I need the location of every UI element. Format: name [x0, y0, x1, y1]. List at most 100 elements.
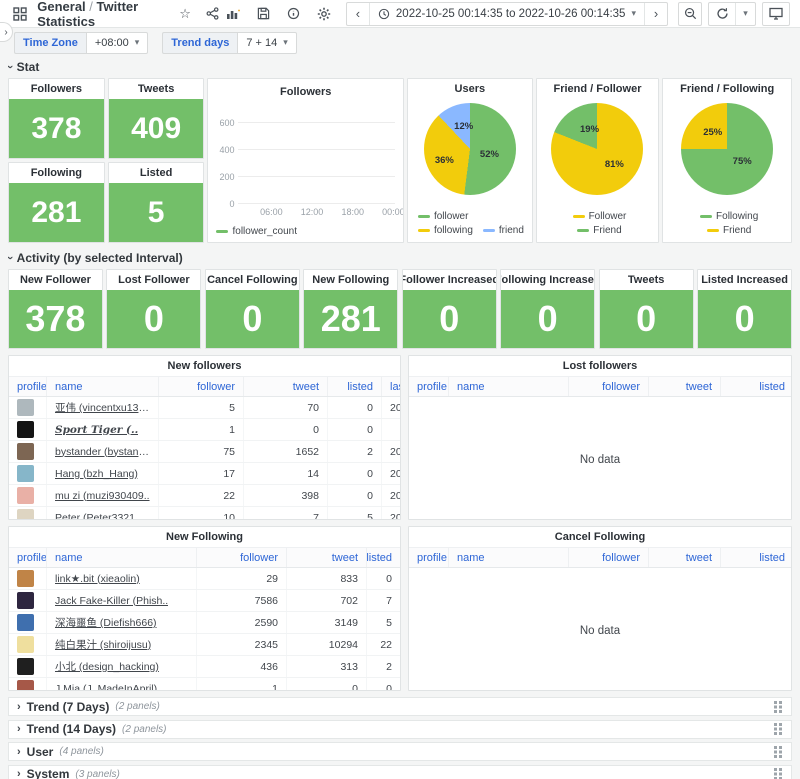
clock-icon [378, 8, 390, 20]
panel-title[interactable]: Listed Increased [698, 270, 791, 290]
time-back-button[interactable]: ‹ [347, 3, 369, 25]
user-link[interactable]: link★.bit (xieaolin) [55, 573, 140, 585]
row-header-activity[interactable]: › Activity (by selected Interval) [8, 250, 792, 266]
panel-pie-users: Users 52% 36% 12% follower following [407, 78, 533, 243]
timezone-select[interactable]: +08:00 ▾ [86, 32, 148, 54]
drag-handle-icon[interactable] [774, 768, 783, 779]
col-tweet[interactable]: tweet [244, 377, 328, 396]
insights-icon[interactable] [282, 3, 306, 25]
legend-item-follower[interactable]: follower [418, 211, 468, 222]
legend-item-friend[interactable]: friend [483, 225, 524, 236]
col-follower[interactable]: follower [197, 548, 287, 567]
pie-slice-label: 81% [605, 159, 624, 170]
row-header-stat[interactable]: › Stat [8, 59, 792, 75]
panel-title[interactable]: New Following [9, 527, 400, 547]
col-follower[interactable]: follower [159, 377, 244, 396]
panel-title[interactable]: Tweets [600, 270, 693, 290]
avatar [17, 465, 34, 482]
panel-title[interactable]: Followers [9, 79, 104, 99]
panel-title[interactable]: Friend / Following [663, 79, 791, 99]
legend-label: Following [716, 211, 758, 222]
col-name[interactable]: name [47, 548, 197, 567]
kiosk-monitor-icon[interactable] [762, 2, 790, 26]
cell-listed: 22 [367, 634, 400, 655]
row-system[interactable]: › System (3 panels) [8, 765, 792, 779]
user-link[interactable]: 亚伟 (vincentxu1318) [55, 400, 150, 415]
col-name[interactable]: name [449, 377, 569, 396]
user-link[interactable]: 深海噩鱼 (Diefish666) [55, 615, 157, 630]
zoom-out-icon[interactable] [678, 2, 702, 26]
legend-item-following[interactable]: following [418, 225, 473, 236]
user-link[interactable]: mu zi (muzi930409.. [55, 490, 150, 502]
user-link[interactable]: Jack Fake-Killer (Phish.. [55, 595, 168, 607]
col-tweet[interactable]: tweet [649, 548, 721, 567]
col-follower[interactable]: follower [569, 377, 649, 396]
col-name[interactable]: name [47, 377, 159, 396]
row-trend-14-days[interactable]: › Trend (14 Days) (2 panels) [8, 720, 792, 739]
legend-follower-count[interactable]: follower_count [216, 226, 296, 237]
legend-item-follower[interactable]: Follower [573, 211, 627, 222]
trend-days-select[interactable]: 7 + 14 ▾ [237, 32, 296, 54]
panel-title[interactable]: Cancel Following [206, 270, 299, 290]
col-profile[interactable]: profile [409, 548, 449, 567]
user-link[interactable]: Sport Tiger (.. [55, 424, 138, 436]
col-profile[interactable]: profile [409, 377, 449, 396]
drag-handle-icon[interactable] [774, 746, 783, 758]
legend-item-friend[interactable]: Friend [577, 225, 621, 236]
add-panel-icon[interactable] [222, 3, 246, 25]
legend-item-friend[interactable]: Friend [707, 225, 751, 236]
panel-title[interactable]: Users [408, 79, 532, 99]
col-follower[interactable]: follower [569, 548, 649, 567]
refresh-icon[interactable] [709, 3, 735, 25]
panel-title[interactable]: Friend / Follower [537, 79, 659, 99]
drag-handle-icon[interactable] [774, 701, 783, 713]
user-link[interactable]: Peter (Peter332167.. [55, 512, 150, 521]
stat-bg: 378 [9, 290, 102, 348]
col-listed[interactable]: listed [328, 377, 382, 396]
col-last[interactable]: last [382, 377, 400, 396]
save-dashboard-icon[interactable] [252, 3, 276, 25]
col-profile[interactable]: profile [9, 548, 47, 567]
panel-title[interactable]: New Follower [9, 270, 102, 290]
panel-title[interactable]: Following [9, 163, 104, 183]
col-tweet[interactable]: tweet [287, 548, 367, 567]
panel-title[interactable]: New Following [304, 270, 397, 290]
legend-swatch [483, 229, 495, 232]
user-link[interactable]: J.Mia (J_MadeInApril) [55, 683, 157, 692]
row-trend-7-days[interactable]: › Trend (7 Days) (2 panels) [8, 697, 792, 716]
col-tweet[interactable]: tweet [649, 377, 721, 396]
share-icon[interactable] [203, 3, 222, 25]
panel-title[interactable]: Follower Increased [403, 270, 496, 290]
panel-title[interactable]: Tweets [109, 79, 204, 99]
star-icon[interactable]: ☆ [175, 3, 194, 25]
legend-item-following[interactable]: Following [700, 211, 758, 222]
row-panel-count: (2 panels) [115, 701, 159, 712]
panel-title[interactable]: Lost followers [409, 356, 791, 376]
user-link[interactable]: bystander (bystand.. [55, 446, 150, 458]
panel-title[interactable]: Cancel Following [409, 527, 791, 547]
panel-title[interactable]: Lost Follower [107, 270, 200, 290]
time-range-picker[interactable]: 2022-10-25 00:14:35 to 2022-10-26 00:14:… [369, 3, 645, 25]
panel-title[interactable]: Following Increased [501, 270, 594, 290]
panel-title[interactable]: Listed [109, 163, 204, 183]
col-listed[interactable]: listed [721, 548, 792, 567]
time-forward-button[interactable]: › [645, 3, 667, 25]
breadcrumb[interactable]: General / Twitter Statistics [37, 0, 167, 29]
trend-days-value: 7 + 14 [246, 37, 277, 49]
col-profile[interactable]: profile [9, 377, 47, 396]
apps-grid-icon[interactable] [10, 3, 29, 25]
drag-handle-icon[interactable] [774, 723, 783, 735]
refresh-group: ▾ [708, 2, 756, 26]
dashboard-settings-icon[interactable] [312, 3, 336, 25]
panel-title[interactable]: New followers [9, 356, 400, 376]
col-listed[interactable]: listed [721, 377, 792, 396]
user-link[interactable]: Hang (bzh_Hang) [55, 468, 138, 480]
refresh-interval-caret-icon[interactable]: ▾ [735, 3, 755, 25]
col-name[interactable]: name [449, 548, 569, 567]
panel-title[interactable]: Followers [208, 79, 402, 105]
user-link[interactable]: 纯白果汁 (shiroijusu) [55, 637, 151, 652]
user-link[interactable]: 小北 (design_hacking) [55, 659, 159, 674]
col-listed[interactable]: listed [367, 548, 400, 567]
row-user[interactable]: › User (4 panels) [8, 742, 792, 761]
breadcrumb-folder[interactable]: General [37, 0, 85, 14]
